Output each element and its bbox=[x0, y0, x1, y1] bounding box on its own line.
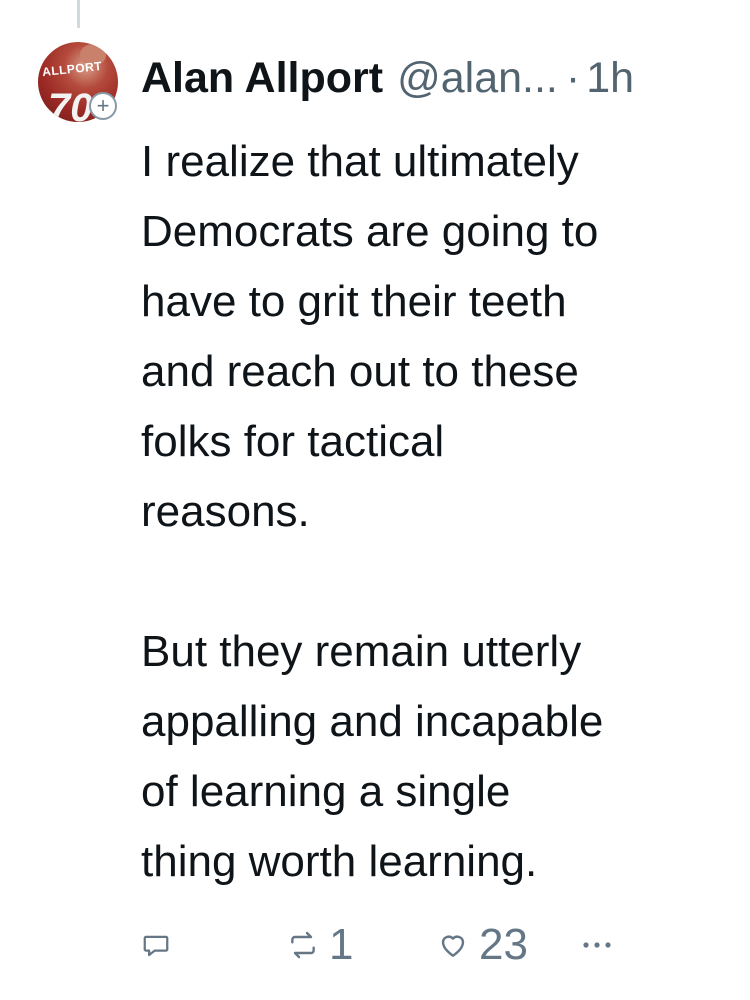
retweet-button[interactable]: 1 bbox=[287, 920, 353, 970]
heart-icon bbox=[437, 929, 469, 961]
tweet-actions-bar: 1 23 bbox=[141, 920, 731, 970]
tweet-header: Alan Allport @alan... · 1h bbox=[141, 50, 634, 106]
header-separator: · bbox=[565, 53, 581, 102]
avatar-jersey-text: ALLPORT bbox=[41, 58, 103, 80]
like-button[interactable]: 23 bbox=[437, 920, 528, 970]
retweet-icon bbox=[287, 929, 319, 961]
reply-icon bbox=[141, 930, 171, 960]
more-options-button[interactable] bbox=[581, 920, 613, 970]
avatar-jersey-number: 70 bbox=[48, 86, 93, 122]
author-handle[interactable]: @alan... bbox=[397, 54, 558, 103]
author-name[interactable]: Alan Allport bbox=[141, 54, 383, 103]
thread-connector-line bbox=[77, 0, 80, 28]
follow-plus-button[interactable]: + bbox=[89, 92, 117, 120]
reply-button[interactable] bbox=[141, 920, 171, 970]
like-count: 23 bbox=[479, 920, 528, 969]
retweet-count: 1 bbox=[329, 920, 354, 969]
tweet-body-text: I realize that ultimately Democrats are … bbox=[141, 137, 604, 886]
tweet-timestamp[interactable]: 1h bbox=[586, 54, 634, 103]
more-icon bbox=[581, 939, 613, 951]
tweet-card[interactable]: ALLPORT 70 + Alan Allport @alan... · 1h … bbox=[0, 0, 750, 1000]
